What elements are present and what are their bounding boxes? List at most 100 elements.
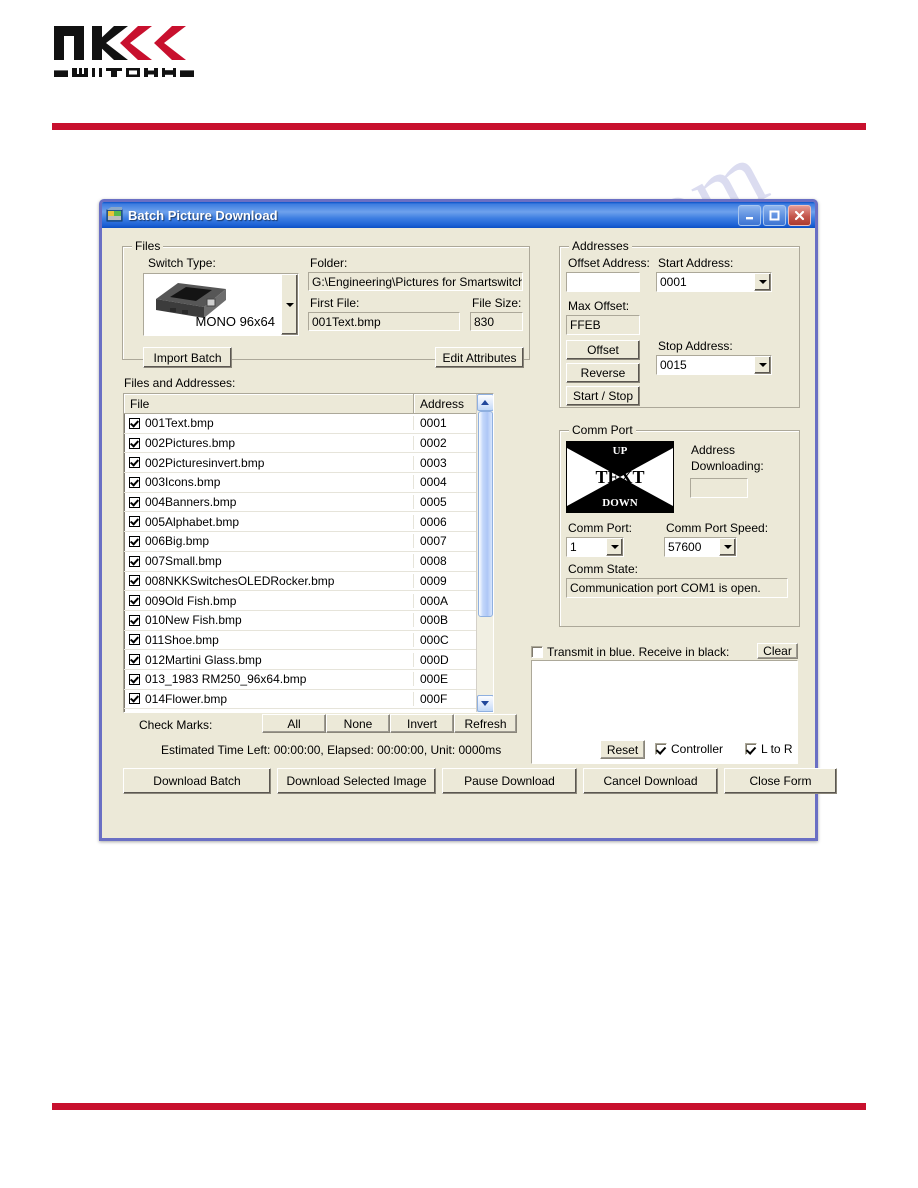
file-size-field[interactable]: 830 [470, 312, 523, 331]
row-checkbox[interactable] [129, 476, 140, 488]
l-to-r-checkbox-box[interactable] [745, 743, 757, 755]
table-cell-address[interactable]: 000F [414, 692, 478, 706]
row-checkbox[interactable] [129, 693, 140, 705]
table-cell-file[interactable]: 005Alphabet.bmp [124, 514, 414, 529]
row-checkbox[interactable] [129, 575, 140, 587]
controller-checkbox[interactable]: Controller [655, 742, 723, 756]
table-cell-address[interactable]: 0004 [414, 475, 478, 489]
row-checkbox[interactable] [129, 654, 140, 666]
row-checkbox[interactable] [129, 614, 140, 626]
table-row[interactable]: 006Big.bmp 0007 [124, 532, 493, 552]
table-row[interactable]: 011Shoe.bmp 000C [124, 631, 493, 651]
row-checkbox[interactable] [129, 457, 140, 469]
switch-type-combo[interactable]: MONO 96x64 [143, 273, 299, 336]
table-cell-file[interactable]: 006Big.bmp [124, 534, 414, 549]
maximize-button[interactable] [763, 204, 786, 226]
table-cell-file[interactable]: 012Martini Glass.bmp [124, 652, 414, 667]
table-row[interactable]: 002Picturesinvert.bmp 0003 [124, 453, 493, 474]
transmit-receive-checkbox[interactable]: Transmit in blue. Receive in black: [531, 645, 729, 659]
check-marks-invert-button[interactable]: Invert [390, 714, 454, 733]
table-row[interactable]: 014Flower.bmp 000F [124, 690, 493, 710]
table-cell-address[interactable]: 0009 [414, 574, 478, 588]
row-checkbox[interactable] [129, 496, 140, 508]
table-cell-address[interactable]: 0001 [414, 416, 478, 430]
transmit-receive-checkbox-box[interactable] [531, 646, 543, 658]
table-cell-address[interactable]: 0003 [414, 456, 478, 470]
table-cell-file[interactable]: 007Small.bmp [124, 554, 414, 569]
table-cell-address[interactable]: 000A [414, 594, 478, 608]
row-checkbox[interactable] [129, 535, 140, 547]
table-cell-address[interactable]: 0007 [414, 534, 478, 548]
check-marks-refresh-button[interactable]: Refresh [454, 714, 517, 733]
offset-address-field[interactable] [566, 272, 640, 292]
table-cell-file[interactable]: 011Shoe.bmp [124, 632, 414, 647]
table-row[interactable]: 002Pictures.bmp 0002 [124, 434, 493, 454]
comm-port-combo[interactable]: 1 [566, 537, 624, 557]
clear-button[interactable]: Clear [757, 643, 798, 659]
download-batch-button[interactable]: Download Batch [123, 768, 271, 794]
table-cell-address[interactable]: 000C [414, 633, 478, 647]
start-address-combo[interactable]: 0001 [656, 272, 772, 292]
comm-port-dropdown-arrow[interactable] [606, 538, 623, 556]
table-row[interactable]: 007Small.bmp 0008 [124, 552, 493, 572]
scrollbar-thumb[interactable] [477, 411, 493, 618]
reverse-button[interactable]: Reverse [566, 363, 640, 383]
table-cell-file[interactable]: 002Picturesinvert.bmp [124, 455, 414, 470]
comm-port-speed-combo[interactable]: 57600 [664, 537, 737, 557]
table-row[interactable]: 004Banners.bmp 0005 [124, 493, 493, 513]
list-vertical-scrollbar[interactable] [476, 394, 493, 712]
import-batch-button[interactable]: Import Batch [143, 347, 232, 368]
table-cell-file[interactable]: 004Banners.bmp [124, 495, 414, 510]
row-checkbox[interactable] [129, 595, 140, 607]
table-row[interactable]: 013_1983 RM250_96x64.bmp 000E [124, 670, 493, 690]
table-cell-file[interactable]: 008NKKSwitchesOLEDRocker.bmp [124, 573, 414, 588]
cancel-download-button[interactable]: Cancel Download [583, 768, 718, 794]
close-button[interactable] [788, 204, 811, 226]
download-selected-image-button[interactable]: Download Selected Image [277, 768, 436, 794]
check-marks-none-button[interactable]: None [326, 714, 390, 733]
stop-address-dropdown-arrow[interactable] [754, 356, 771, 374]
reset-button[interactable]: Reset [600, 740, 645, 759]
offset-button[interactable]: Offset [566, 340, 640, 360]
check-marks-all-button[interactable]: All [262, 714, 326, 733]
scroll-down-button[interactable] [476, 695, 493, 712]
row-checkbox[interactable] [129, 673, 140, 685]
table-row[interactable]: 010New Fish.bmp 000B [124, 611, 493, 631]
row-checkbox[interactable] [129, 437, 140, 449]
table-row[interactable]: 012Martini Glass.bmp 000D [124, 650, 493, 670]
table-cell-file[interactable]: 002Pictures.bmp [124, 436, 414, 451]
table-row[interactable]: 015Flower Two.bmp 0010 [124, 709, 493, 713]
table-cell-file[interactable]: 001Text.bmp [124, 416, 414, 431]
switch-type-dropdown-arrow[interactable] [281, 274, 298, 335]
table-cell-file[interactable]: 014Flower.bmp [124, 691, 414, 706]
row-checkbox[interactable] [129, 634, 140, 646]
table-cell-address[interactable]: 0008 [414, 554, 478, 568]
comm-port-speed-dropdown-arrow[interactable] [719, 538, 736, 556]
row-checkbox[interactable] [129, 417, 140, 429]
pause-download-button[interactable]: Pause Download [442, 768, 577, 794]
table-cell-address[interactable]: 0005 [414, 495, 478, 509]
row-checkbox[interactable] [129, 555, 140, 567]
controller-checkbox-box[interactable] [655, 743, 667, 755]
table-cell-file[interactable]: 010New Fish.bmp [124, 613, 414, 628]
list-header-address[interactable]: Address [414, 394, 478, 413]
start-stop-button[interactable]: Start / Stop [566, 386, 640, 406]
scroll-up-button[interactable] [476, 394, 493, 411]
table-cell-address[interactable]: 000E [414, 672, 478, 686]
table-row[interactable]: 008NKKSwitchesOLEDRocker.bmp 0009 [124, 572, 493, 592]
table-cell-address[interactable]: 0006 [414, 515, 478, 529]
minimize-button[interactable] [738, 204, 761, 226]
table-cell-address[interactable]: 0010 [414, 712, 478, 713]
list-header-file[interactable]: File [124, 394, 414, 413]
table-row[interactable]: 001Text.bmp 0001 [124, 414, 493, 434]
files-and-addresses-list[interactable]: File Address 001Text.bmp 0001 002Pictures.… [123, 393, 494, 713]
stop-address-combo[interactable]: 0015 [656, 355, 772, 375]
table-row[interactable]: 003Icons.bmp 0004 [124, 473, 493, 493]
table-cell-address[interactable]: 0002 [414, 436, 478, 450]
scrollbar-track[interactable] [477, 411, 494, 695]
title-bar[interactable]: Batch Picture Download [102, 202, 815, 228]
folder-field[interactable]: G:\Engineering\Pictures for Smartswitch [308, 272, 523, 291]
table-row[interactable]: 005Alphabet.bmp 0006 [124, 512, 493, 533]
table-cell-file[interactable]: 015Flower Two.bmp [124, 711, 414, 712]
max-offset-field[interactable]: FFEB [566, 315, 640, 335]
